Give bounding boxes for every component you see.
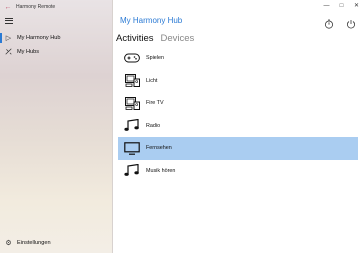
- close-icon[interactable]: ✕: [349, 0, 364, 12]
- list-item[interactable]: Radio: [118, 115, 358, 138]
- power-icon[interactable]: [346, 16, 356, 29]
- tab-devices[interactable]: Devices: [160, 33, 194, 44]
- sidebar-item-my-harmony-hub[interactable]: ▷ My Harmony Hub: [0, 31, 112, 45]
- music-icon: [118, 119, 146, 132]
- minimize-icon[interactable]: —: [319, 0, 334, 12]
- app-title: Harmony Remote: [16, 4, 56, 10]
- sidebar-item-my-hubs[interactable]: My Hubs: [0, 45, 112, 59]
- activity-label: Fire TV: [146, 100, 164, 107]
- list-item[interactable]: Musik hören: [118, 160, 358, 183]
- back-arrow-icon[interactable]: ←: [0, 4, 16, 11]
- settings-item[interactable]: ⚙ Einstellungen: [0, 237, 112, 249]
- activity-label: Radio: [146, 122, 161, 129]
- app-window: ← Harmony Remote ▷ My Harmony Hub My Hub…: [0, 0, 364, 253]
- tv-icon: [118, 141, 146, 155]
- hamburger-menu-icon[interactable]: [5, 17, 13, 25]
- activity-label: Licht: [146, 77, 158, 84]
- selection-indicator: [0, 33, 2, 43]
- main-panel: — □ ✕ My Harmony Hub Activities Devices …: [113, 0, 364, 253]
- settings-label: Einstellungen: [17, 240, 51, 246]
- music-icon: [118, 164, 146, 177]
- list-item[interactable]: Fire TV: [118, 92, 358, 115]
- hub-icon: [0, 47, 17, 57]
- title-bar: ← Harmony Remote: [0, 0, 112, 14]
- activity-label: Musik hören: [146, 167, 176, 174]
- maximize-icon[interactable]: □: [334, 0, 349, 12]
- devices-icon: [118, 96, 146, 110]
- page-title: My Harmony Hub: [120, 16, 183, 25]
- window-controls: — □ ✕: [319, 0, 364, 12]
- activity-label: Spielen: [146, 55, 164, 62]
- play-icon: ▷: [5, 35, 12, 42]
- gear-icon: ⚙: [5, 240, 12, 247]
- list-item[interactable]: Licht: [118, 70, 358, 93]
- sidebar: ← Harmony Remote ▷ My Harmony Hub My Hub…: [0, 0, 113, 253]
- list-item[interactable]: Fernsehen: [118, 137, 358, 160]
- gamepad-icon: [118, 53, 146, 63]
- tab-activities[interactable]: Activities: [116, 33, 153, 44]
- activity-list: Spielen Licht Fire TV Radio Fernsehen Mu…: [118, 47, 358, 182]
- top-toolbar: [324, 16, 356, 29]
- activity-label: Fernsehen: [146, 145, 172, 152]
- sidebar-item-label: My Hubs: [17, 49, 40, 55]
- sidebar-item-label: My Harmony Hub: [17, 35, 61, 41]
- list-item[interactable]: Spielen: [118, 47, 358, 70]
- tab-bar: Activities Devices: [116, 33, 194, 44]
- timer-icon[interactable]: [324, 16, 334, 29]
- devices-icon: [118, 74, 146, 88]
